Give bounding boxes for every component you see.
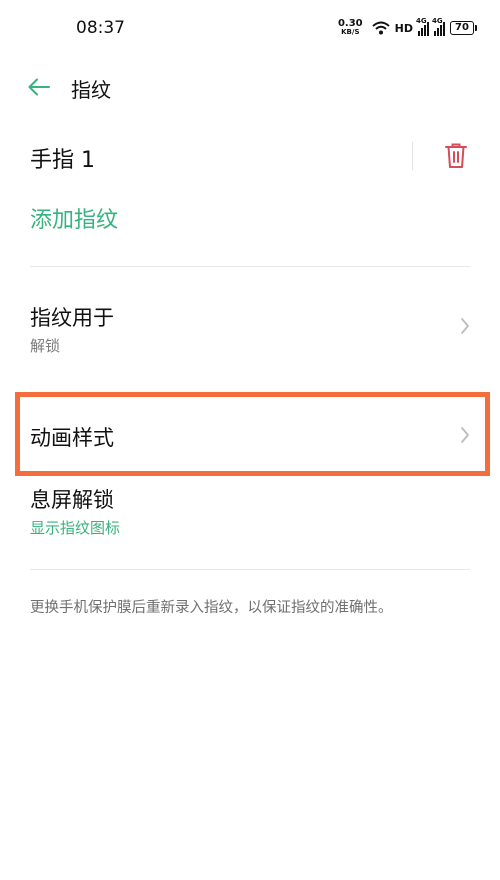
status-bar: 08:37 0.30 KB/S HD 4G 4G 70 (0, 0, 500, 56)
hint-text: 更换手机保护膜后重新录入指纹，以保证指纹的准确性。 (30, 600, 393, 616)
menu-item-subtitle: 解锁 (30, 337, 61, 355)
chevron-right-icon (461, 427, 469, 443)
arrow-left-icon[interactable] (26, 74, 52, 100)
status-time: 08:37 (76, 18, 125, 38)
fingerprint-item[interactable]: 手指 1 (0, 128, 500, 184)
divider (412, 142, 413, 170)
menu-item-title: 指纹用于 (30, 306, 114, 330)
signal-type-label: 4G (416, 17, 427, 25)
add-fingerprint-button[interactable]: 添加指纹 (30, 202, 118, 234)
battery-icon: 70 (450, 21, 477, 35)
trash-icon[interactable] (444, 142, 468, 170)
signal-icon-sim1: 4G (416, 17, 429, 36)
fingerprint-name: 手指 1 (30, 148, 95, 173)
menu-item-screen-off-unlock[interactable]: 息屏解锁 显示指纹图标 (0, 472, 500, 548)
menu-item-title: 动画样式 (30, 426, 114, 450)
app-bar: 指纹 (0, 60, 500, 112)
divider (30, 569, 470, 570)
wifi-icon (371, 21, 390, 35)
network-speed: 0.30 KB/S (338, 19, 363, 37)
signal-type-label: 4G (432, 17, 443, 25)
menu-item-subtitle: 显示指纹图标 (30, 519, 121, 537)
status-icons: 0.30 KB/S HD 4G 4G 70 (338, 17, 477, 39)
network-speed-value: 0.30 (337, 18, 363, 29)
menu-item-title: 息屏解锁 (30, 488, 114, 512)
chevron-right-icon (461, 318, 469, 334)
signal-icon-sim2: 4G (432, 17, 445, 36)
network-speed-unit: KB/S (341, 28, 360, 36)
hd-indicator: HD (394, 21, 413, 35)
divider (30, 266, 470, 267)
page-title: 指纹 (71, 78, 111, 102)
menu-item-animation-style[interactable]: 动画样式 (0, 396, 500, 472)
menu-item-fingerprint-usage[interactable]: 指纹用于 解锁 (0, 290, 500, 366)
